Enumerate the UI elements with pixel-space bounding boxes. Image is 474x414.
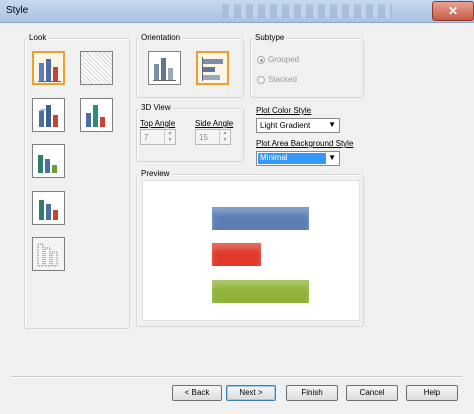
orientation-vertical-button[interactable]	[148, 51, 181, 85]
top-angle-spinner[interactable]: 7 ▲ ▼	[140, 129, 176, 145]
look-empty-pattern-button[interactable]	[80, 51, 113, 85]
subtype-group	[250, 38, 364, 98]
side-angle-spinner[interactable]: 15 ▲ ▼	[195, 129, 231, 145]
preview-canvas	[142, 180, 360, 321]
3d-bar-chart-green-icon	[38, 155, 57, 173]
subtype-stacked-label: Stacked	[268, 75, 297, 84]
3d-bar-chart-teal-icon	[86, 105, 105, 127]
radio-dot	[257, 75, 265, 84]
radio-dot-checked	[257, 55, 265, 64]
3d-bar-perspective-icon	[39, 200, 58, 220]
spinner-arrows[interactable]: ▲ ▼	[219, 130, 230, 144]
preview-bar	[212, 243, 261, 266]
cancel-button[interactable]: Cancel	[346, 385, 398, 401]
subtype-grouped-label: Grouped	[268, 55, 300, 64]
gradient-bar-chart-icon	[38, 59, 61, 82]
empty-pattern-icon	[83, 54, 110, 82]
outline-bar-chart-icon	[37, 243, 58, 267]
3d-bar-chart-icon	[39, 105, 58, 127]
chevron-down-icon: ▼	[328, 153, 336, 162]
title-bar: Style ✕	[0, 0, 474, 23]
side-angle-label: Side Angle	[195, 119, 234, 128]
vertical-bar-chart-icon	[153, 58, 176, 81]
look-3d-bar-teal-button[interactable]	[80, 98, 113, 132]
spin-up-icon[interactable]: ▲	[220, 130, 230, 137]
subtype-grouped-radio[interactable]: Grouped	[257, 55, 299, 64]
spin-down-icon[interactable]: ▼	[165, 137, 175, 144]
plot-area-background-value: Minimal	[258, 153, 326, 164]
look-gradient-bar-button[interactable]	[32, 51, 65, 85]
plot-area-background-label: Plot Area Background Style	[256, 139, 354, 148]
side-angle-value: 15	[199, 133, 208, 142]
chevron-down-icon: ▼	[328, 120, 336, 129]
preview-group-label: Preview	[139, 169, 172, 178]
plot-area-background-select[interactable]: Minimal ▼	[256, 151, 340, 166]
footer-separator	[12, 376, 462, 378]
look-outline-bar-button[interactable]	[32, 237, 65, 271]
orientation-horizontal-button[interactable]	[196, 51, 229, 85]
orientation-group-label: Orientation	[139, 33, 183, 42]
window-title: Style	[6, 5, 29, 16]
spin-down-icon[interactable]: ▼	[220, 137, 230, 144]
finish-button[interactable]: Finish	[286, 385, 338, 401]
horizontal-bar-chart-icon	[202, 57, 223, 81]
close-button[interactable]: ✕	[432, 1, 474, 21]
look-3d-bar-button[interactable]	[32, 98, 65, 132]
plot-color-style-value: Light Gradient	[260, 121, 311, 130]
subtype-stacked-radio[interactable]: Stacked	[257, 75, 297, 84]
look-group-label: Look	[27, 33, 49, 42]
subtype-group-label: Subtype	[253, 33, 287, 42]
preview-bar	[212, 280, 309, 303]
look-3d-bar-green-button[interactable]	[32, 144, 65, 178]
preview-bar	[212, 207, 309, 230]
look-3d-bar-perspective-button[interactable]	[32, 191, 65, 225]
3d-view-group-label: 3D View	[139, 103, 173, 112]
back-button[interactable]: < Back	[172, 385, 222, 401]
spin-up-icon[interactable]: ▲	[165, 130, 175, 137]
help-button[interactable]: Help	[406, 385, 458, 401]
spinner-arrows[interactable]: ▲ ▼	[164, 130, 175, 144]
plot-color-style-select[interactable]: Light Gradient ▼	[256, 118, 340, 133]
next-button[interactable]: Next >	[226, 385, 276, 401]
plot-color-style-label: Plot Color Style	[256, 106, 312, 115]
title-bar-toolbar-ghost	[222, 4, 392, 18]
top-angle-value: 7	[144, 133, 149, 142]
top-angle-label: Top Angle	[140, 119, 176, 128]
